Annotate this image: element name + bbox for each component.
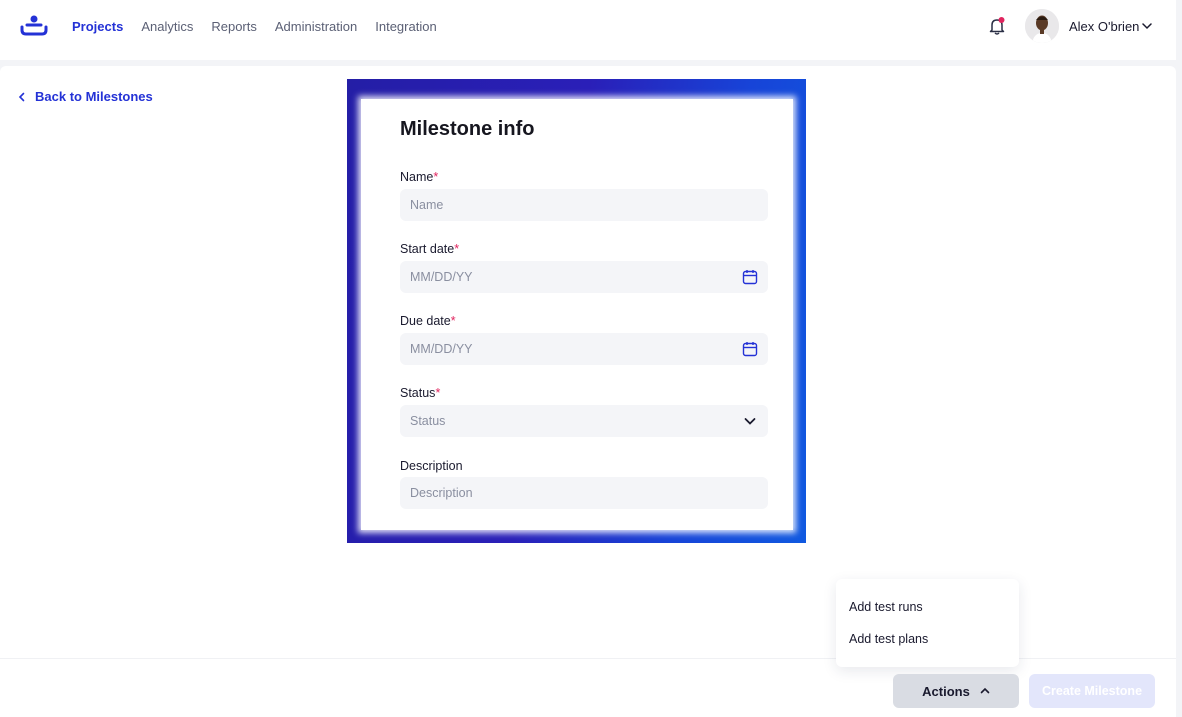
actions-dropdown-menu: Add test runs Add test plans bbox=[836, 579, 1019, 667]
due-date-input[interactable]: MM/DD/YY bbox=[400, 333, 768, 365]
user-name[interactable]: Alex O'brien bbox=[1069, 19, 1139, 34]
calendar-icon[interactable] bbox=[742, 269, 758, 285]
status-placeholder: Status bbox=[410, 414, 446, 428]
avatar[interactable] bbox=[1025, 9, 1059, 43]
required-marker: * bbox=[435, 386, 441, 400]
form-frame bbox=[347, 79, 806, 543]
nav-integration[interactable]: Integration bbox=[375, 19, 436, 34]
back-link-label: Back to Milestones bbox=[35, 89, 153, 104]
nav-projects[interactable]: Projects bbox=[72, 19, 123, 34]
nav-analytics[interactable]: Analytics bbox=[141, 19, 193, 34]
name-label: Name* bbox=[400, 170, 438, 184]
status-select[interactable]: Status bbox=[400, 405, 768, 437]
back-to-milestones-link[interactable]: Back to Milestones bbox=[17, 89, 153, 104]
due-date-label: Due date* bbox=[400, 314, 456, 328]
required-marker: * bbox=[450, 314, 456, 328]
app-logo-icon[interactable] bbox=[20, 15, 48, 37]
status-label: Status* bbox=[400, 386, 440, 400]
description-placeholder: Description bbox=[410, 486, 473, 500]
description-label: Description bbox=[400, 459, 463, 473]
calendar-icon[interactable] bbox=[742, 341, 758, 357]
start-date-label: Start date* bbox=[400, 242, 459, 256]
required-marker: * bbox=[433, 170, 439, 184]
actions-button[interactable]: Actions bbox=[893, 674, 1019, 708]
page-title: Milestone info bbox=[400, 118, 535, 140]
main-nav: Projects Analytics Reports Administratio… bbox=[72, 0, 437, 52]
chevron-down-icon[interactable] bbox=[742, 413, 758, 429]
start-date-placeholder: MM/DD/YY bbox=[410, 270, 473, 284]
due-date-label-text: Due date bbox=[400, 314, 451, 328]
due-date-placeholder: MM/DD/YY bbox=[410, 342, 473, 356]
name-placeholder: Name bbox=[410, 198, 444, 212]
create-milestone-button[interactable]: Create Milestone bbox=[1029, 674, 1155, 708]
chevron-left-icon bbox=[18, 92, 25, 101]
nav-administration[interactable]: Administration bbox=[275, 19, 357, 34]
start-date-input[interactable]: MM/DD/YY bbox=[400, 261, 768, 293]
create-milestone-label: Create Milestone bbox=[1041, 684, 1143, 698]
name-label-text: Name bbox=[400, 170, 434, 184]
status-label-text: Status bbox=[400, 386, 436, 400]
top-nav-bar: Projects Analytics Reports Administratio… bbox=[0, 0, 1176, 60]
menu-item-add-test-runs[interactable]: Add test runs bbox=[849, 600, 923, 614]
actions-button-label: Actions bbox=[922, 683, 970, 699]
user-avatar-icon bbox=[1025, 9, 1059, 43]
chevron-up-icon bbox=[980, 687, 990, 694]
menu-item-add-test-plans[interactable]: Add test plans bbox=[849, 632, 928, 646]
required-marker: * bbox=[454, 242, 460, 256]
bell-icon[interactable] bbox=[987, 16, 1007, 36]
start-date-label-text: Start date bbox=[400, 242, 455, 256]
nav-reports[interactable]: Reports bbox=[211, 19, 257, 34]
chevron-down-icon[interactable] bbox=[1141, 20, 1153, 32]
name-input[interactable]: Name bbox=[400, 189, 768, 221]
description-label-text: Description bbox=[400, 459, 463, 473]
description-input[interactable]: Description bbox=[400, 477, 768, 509]
